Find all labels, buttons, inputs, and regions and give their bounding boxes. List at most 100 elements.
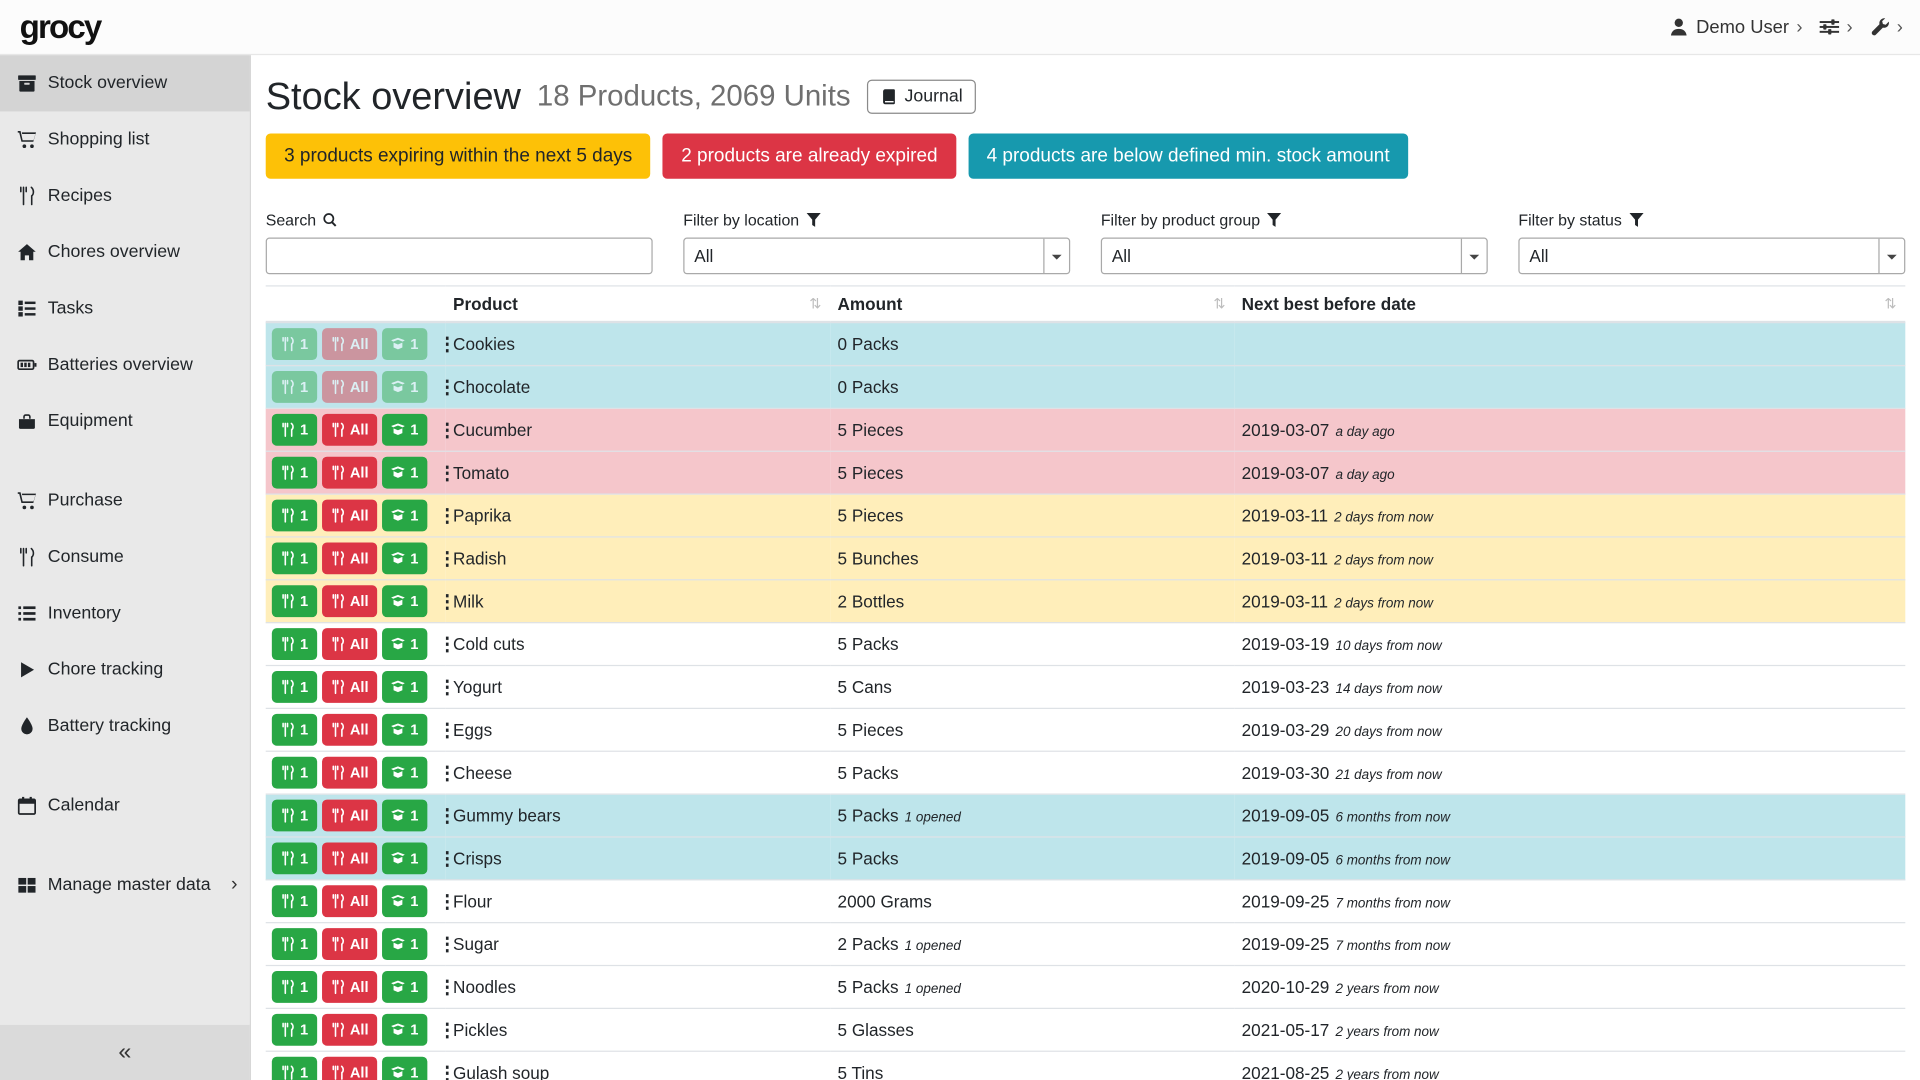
sidebar-item-chores-overview[interactable]: Chores overview (0, 224, 250, 280)
sidebar-item-batteries-overview[interactable]: Batteries overview (0, 337, 250, 393)
sidebar-item-equipment[interactable]: Equipment (0, 393, 250, 449)
consume-all-button[interactable]: All (322, 414, 378, 446)
journal-button[interactable]: Journal (866, 80, 976, 114)
consume-all-button[interactable]: All (322, 1057, 378, 1080)
consume-one-button[interactable]: 1 (272, 1057, 317, 1080)
sidebar-item-consume[interactable]: Consume (0, 529, 250, 585)
open-one-button[interactable]: 1 (382, 585, 427, 617)
open-one-button[interactable]: 1 (382, 542, 427, 574)
consume-one-button[interactable]: 1 (272, 671, 317, 703)
consume-all-button[interactable]: All (322, 971, 378, 1003)
consume-one-button[interactable]: 1 (272, 928, 317, 960)
open-one-button[interactable]: 1 (382, 414, 427, 446)
search-input[interactable] (266, 238, 653, 275)
open-one-button[interactable]: 1 (382, 757, 427, 789)
date-column-header[interactable]: Next best before date ⇅ (1234, 286, 1905, 322)
below-min-stock-badge[interactable]: 4 products are below defined min. stock … (968, 133, 1408, 178)
product-column-header[interactable]: Product ⇅ (446, 286, 830, 322)
open-one-button[interactable]: 1 (382, 628, 427, 660)
open-one-button[interactable]: 1 (382, 671, 427, 703)
consume-all-button[interactable]: All (322, 928, 378, 960)
consume-one-button[interactable]: 1 (272, 842, 317, 874)
consume-one-button[interactable]: 1 (272, 885, 317, 917)
consume-all-button[interactable]: All (322, 457, 378, 489)
table-row: 1 All 1 ⋮ Sugar 2 Packs1 opened 2019-09-… (266, 923, 1906, 966)
consume-one-button[interactable]: 1 (272, 414, 317, 446)
open-one-button[interactable]: 1 (382, 928, 427, 960)
sidebar-item-stock-overview[interactable]: Stock overview (0, 55, 250, 111)
open-one-button[interactable]: 1 (382, 714, 427, 746)
open-one-button[interactable]: 1 (382, 457, 427, 489)
expired-badge[interactable]: 2 products are already expired (663, 133, 956, 178)
consume-all-button[interactable]: All (322, 542, 378, 574)
sidebar-item-recipes[interactable]: Recipes (0, 168, 250, 224)
open-one-button[interactable]: 1 (382, 1057, 427, 1080)
product-name: Gummy bears (446, 794, 830, 837)
actions-column-header (266, 286, 446, 322)
sidebar-item-tasks[interactable]: Tasks (0, 280, 250, 336)
consume-one-button[interactable]: 1 (272, 628, 317, 660)
sidebar-item-manage-master-data[interactable]: Manage master data › (0, 857, 250, 913)
utensils-icon (280, 894, 295, 909)
open-one-button[interactable]: 1 (382, 885, 427, 917)
sidebar-item-shopping-list[interactable]: Shopping list (0, 111, 250, 167)
best-before-date: 2019-03-23 (1242, 677, 1330, 697)
consume-one-button[interactable]: 1 (272, 457, 317, 489)
consume-all-button[interactable]: All (322, 585, 378, 617)
location-select[interactable]: All (683, 238, 1070, 275)
sidebar-item-inventory[interactable]: Inventory (0, 585, 250, 641)
topbar-right: Demo User › › › (1669, 17, 1903, 38)
product-group-select-value: All (1102, 239, 1461, 273)
status-select[interactable]: All (1518, 238, 1905, 275)
box-open-icon (391, 937, 406, 952)
table-row: 1 All 1 ⋮ Cheese 5 Packs 2019-03-3021 da… (266, 751, 1906, 794)
play-icon (17, 660, 37, 680)
amount: 5 Packs (838, 806, 899, 826)
user-menu[interactable]: Demo User › (1669, 17, 1802, 38)
open-one-button[interactable]: 1 (382, 1014, 427, 1046)
consume-one-button[interactable]: 1 (272, 971, 317, 1003)
consume-one-button[interactable]: 1 (272, 500, 317, 532)
sort-icon: ⇅ (1884, 295, 1896, 312)
utensils-icon (280, 637, 295, 652)
filter-icon (1628, 212, 1644, 228)
amount-column-header[interactable]: Amount ⇅ (830, 286, 1234, 322)
table-row: 1 All 1 ⋮ Milk 2 Bottles 2019-03-112 day… (266, 580, 1906, 623)
sidebar-item-purchase[interactable]: Purchase (0, 473, 250, 529)
sidebar-item-calendar[interactable]: Calendar (0, 778, 250, 834)
consume-all-button[interactable]: All (322, 757, 378, 789)
open-one-button[interactable]: 1 (382, 971, 427, 1003)
sidebar-collapse-button[interactable]: « (0, 1025, 250, 1080)
open-one-button[interactable]: 1 (382, 500, 427, 532)
product-group-select[interactable]: All (1101, 238, 1488, 275)
consume-one-button[interactable]: 1 (272, 800, 317, 832)
admin-menu[interactable]: › (1870, 17, 1903, 37)
consume-all-button[interactable]: All (322, 628, 378, 660)
consume-all-button[interactable]: All (322, 714, 378, 746)
consume-one-button[interactable]: 1 (272, 1014, 317, 1046)
consume-all-button[interactable]: All (322, 1014, 378, 1046)
table-row: 1 All 1 ⋮ Cookies 0 Packs (266, 322, 1906, 365)
box-open-icon (391, 508, 406, 523)
status-filter: Filter by status All (1518, 211, 1905, 275)
box-open-icon (391, 765, 406, 780)
expiring-badge[interactable]: 3 products expiring within the next 5 da… (266, 133, 651, 178)
open-one-button[interactable]: 1 (382, 842, 427, 874)
settings-menu[interactable]: › (1820, 17, 1853, 37)
sidebar-item-chore-tracking[interactable]: Chore tracking (0, 642, 250, 698)
consume-one-button[interactable]: 1 (272, 542, 317, 574)
sidebar-item-battery-tracking[interactable]: Battery tracking (0, 698, 250, 754)
consume-one-button[interactable]: 1 (272, 757, 317, 789)
consume-all-button[interactable]: All (322, 671, 378, 703)
open-one-button[interactable]: 1 (382, 800, 427, 832)
consume-one-button[interactable]: 1 (272, 714, 317, 746)
consume-all-button[interactable]: All (322, 842, 378, 874)
box-open-icon (391, 465, 406, 480)
consume-all-button[interactable]: All (322, 800, 378, 832)
table-row: 1 All 1 ⋮ Radish 5 Bunches 2019-03-112 d… (266, 537, 1906, 580)
brand-logo[interactable]: grocy (20, 8, 101, 46)
consume-one-button[interactable]: 1 (272, 585, 317, 617)
consume-all-button[interactable]: All (322, 885, 378, 917)
consume-all-button[interactable]: All (322, 500, 378, 532)
product-name: Cold cuts (446, 623, 830, 666)
